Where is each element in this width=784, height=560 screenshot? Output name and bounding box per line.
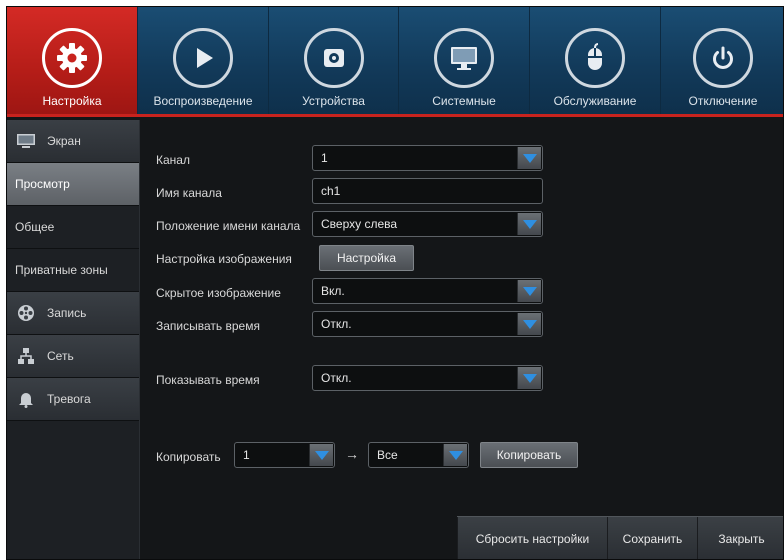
record-time-value: Откл. xyxy=(321,317,352,331)
copy-arrow: → xyxy=(345,446,359,462)
menu-tab-label: Системные xyxy=(432,94,496,108)
network-icon xyxy=(15,347,37,365)
hidden-image-dropdown[interactable]: Вкл. xyxy=(312,278,543,304)
menu-tab-shutdown[interactable]: Отключение xyxy=(661,7,783,114)
menu-tab-label: Устройства xyxy=(302,94,365,108)
sidebar-item-label: Приватные зоны xyxy=(15,263,108,277)
monitor-icon xyxy=(434,28,494,88)
hidden-image-value: Вкл. xyxy=(321,284,345,298)
show-time-value: Откл. xyxy=(321,371,352,385)
close-button[interactable]: Закрыть xyxy=(697,517,783,559)
sidebar-item-label: Запись xyxy=(47,306,87,320)
sidebar-item-privacy-zones[interactable]: Приватные зоны xyxy=(7,249,139,292)
channel-name-input[interactable]: ch1 xyxy=(312,178,543,204)
name-position-value: Сверху слева xyxy=(321,217,398,231)
gear-icon xyxy=(42,28,102,88)
play-icon xyxy=(173,28,233,88)
copy-button[interactable]: Копировать xyxy=(480,442,578,468)
copy-from-dropdown[interactable]: 1 xyxy=(234,442,335,468)
channel-label: Канал xyxy=(156,153,190,167)
menu-tab-devices[interactable]: Устройства xyxy=(269,7,399,114)
copy-to-value: Все xyxy=(377,448,398,462)
monitor-icon xyxy=(15,132,37,150)
sidebar-item-record[interactable]: Запись xyxy=(7,292,139,335)
sidebar-item-screen[interactable]: Экран xyxy=(7,120,139,163)
menu-tab-label: Отключение xyxy=(688,94,758,108)
footer-actions: Сбросить настройки Сохранить Закрыть xyxy=(457,516,783,559)
mouse-icon xyxy=(565,28,625,88)
show-time-dropdown[interactable]: Откл. xyxy=(312,365,543,391)
sidebar-item-label: Просмотр xyxy=(15,177,70,191)
power-icon xyxy=(693,28,753,88)
sidebar-item-label: Общее xyxy=(15,220,55,234)
device-icon xyxy=(303,28,364,88)
channel-dropdown[interactable]: 1 xyxy=(312,145,543,171)
menu-tab-label: Обслуживание xyxy=(553,94,637,108)
record-time-label: Записывать время xyxy=(156,319,260,333)
channel-value: 1 xyxy=(321,151,328,165)
sidebar: Экран Просмотр Общее Приватные зоны Запи… xyxy=(7,120,140,559)
menu-tab-playback[interactable]: Воспроизведение xyxy=(138,7,269,114)
image-settings-label: Настройка изображения xyxy=(156,252,292,266)
chevron-down-icon[interactable] xyxy=(517,367,541,389)
menu-tab-setup[interactable]: Настройка xyxy=(7,7,138,114)
view-settings-panel: Канал 1 Имя канала ch1 Положение имени к… xyxy=(141,120,783,559)
sidebar-item-alarm[interactable]: Тревога xyxy=(7,378,139,421)
channel-name-label: Имя канала xyxy=(156,186,222,200)
name-position-label: Положение имени канала xyxy=(156,219,301,233)
sidebar-item-label: Экран xyxy=(47,134,81,148)
sidebar-item-label: Сеть xyxy=(47,349,74,363)
sidebar-item-view[interactable]: Просмотр xyxy=(7,163,139,206)
menu-tab-label: Настройка xyxy=(42,94,102,108)
sidebar-item-network[interactable]: Сеть xyxy=(7,335,139,378)
image-settings-button[interactable]: Настройка xyxy=(319,245,414,271)
sidebar-item-label: Тревога xyxy=(47,392,91,406)
chevron-down-icon[interactable] xyxy=(517,313,541,335)
chevron-down-icon[interactable] xyxy=(517,213,541,235)
show-time-label: Показывать время xyxy=(156,373,260,387)
chevron-down-icon[interactable] xyxy=(443,444,467,466)
film-reel-icon xyxy=(15,304,37,322)
copy-from-value: 1 xyxy=(243,448,250,462)
name-position-dropdown[interactable]: Сверху слева xyxy=(312,211,543,237)
menu-tab-maintenance[interactable]: Обслуживание xyxy=(530,7,661,114)
reset-button[interactable]: Сбросить настройки xyxy=(457,517,607,559)
dvr-settings-window: Настройка Воспроизведение Устройства Сис… xyxy=(6,6,784,560)
record-time-dropdown[interactable]: Откл. xyxy=(312,311,543,337)
menu-tab-system[interactable]: Системные xyxy=(399,7,530,114)
chevron-down-icon[interactable] xyxy=(517,280,541,302)
sidebar-item-general[interactable]: Общее xyxy=(7,206,139,249)
channel-name-value: ch1 xyxy=(321,184,341,198)
alarm-bell-icon xyxy=(15,390,37,408)
top-menu: Настройка Воспроизведение Устройства Сис… xyxy=(7,7,783,117)
copy-to-dropdown[interactable]: Все xyxy=(368,442,469,468)
save-button[interactable]: Сохранить xyxy=(607,517,697,559)
menu-tab-label: Воспроизведение xyxy=(153,94,253,108)
hidden-image-label: Скрытое изображение xyxy=(156,286,281,300)
copy-label: Копировать xyxy=(156,450,221,464)
chevron-down-icon[interactable] xyxy=(517,147,541,169)
chevron-down-icon[interactable] xyxy=(309,444,333,466)
